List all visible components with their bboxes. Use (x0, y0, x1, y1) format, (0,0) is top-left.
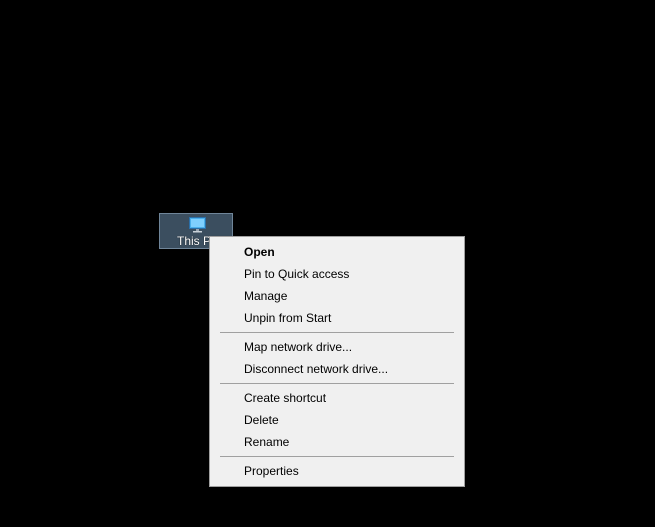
menu-item-map-network-drive[interactable]: Map network drive... (210, 336, 464, 358)
menu-item-manage[interactable]: Manage (210, 285, 464, 307)
menu-item-disconnect-network-drive[interactable]: Disconnect network drive... (210, 358, 464, 380)
menu-item-create-shortcut[interactable]: Create shortcut (210, 387, 464, 409)
menu-item-open[interactable]: Open (210, 241, 464, 263)
menu-item-properties[interactable]: Properties (210, 460, 464, 482)
desktop-icon-label: This P (177, 234, 212, 248)
menu-separator (220, 332, 454, 333)
menu-item-unpin-from-start[interactable]: Unpin from Start (210, 307, 464, 329)
context-menu: Open Pin to Quick access Manage Unpin fr… (209, 236, 465, 487)
menu-item-rename[interactable]: Rename (210, 431, 464, 453)
desktop[interactable]: This P Open Pin to Quick access Manage U… (0, 0, 655, 527)
menu-separator (220, 456, 454, 457)
menu-item-pin-to-quick-access[interactable]: Pin to Quick access (210, 263, 464, 285)
menu-item-delete[interactable]: Delete (210, 409, 464, 431)
menu-separator (220, 383, 454, 384)
computer-monitor-icon (189, 217, 206, 233)
